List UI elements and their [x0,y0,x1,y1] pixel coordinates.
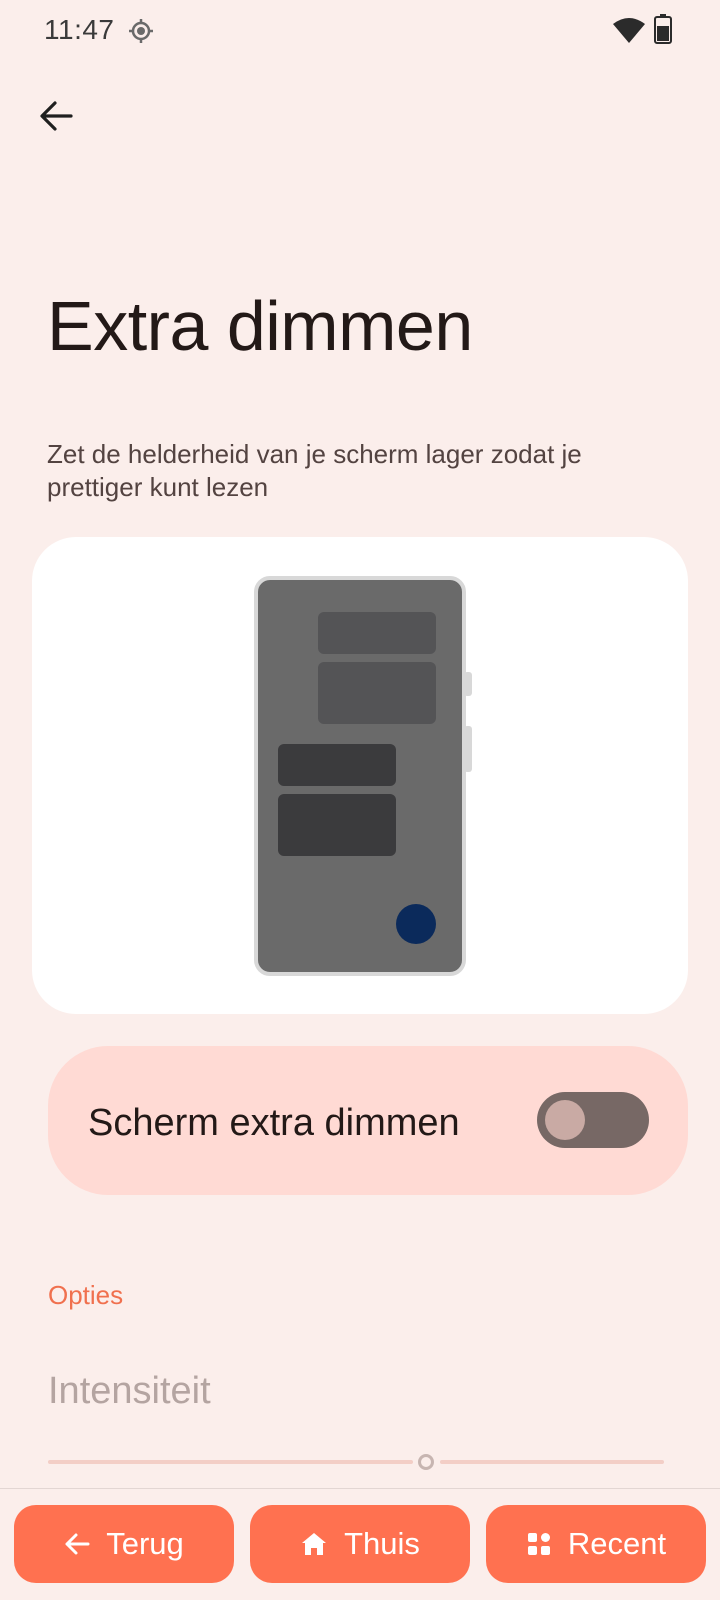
options-section-header: Opties [48,1280,124,1310]
arrow-left-icon [40,101,73,131]
wifi-icon [612,16,646,44]
slider-track-active [48,1460,413,1464]
nav-recent-label: Recent [567,1526,667,1561]
battery-icon [654,14,672,44]
phone-side-button [464,672,472,696]
extra-dim-toggle-label: Scherm extra dimmen [88,1102,460,1144]
illustration-block [318,662,436,724]
nav-back-label: Terug [106,1526,184,1561]
illustration-block [278,744,396,786]
intensity-slider[interactable] [48,1450,664,1474]
back-button[interactable] [28,88,84,144]
nav-recent-button[interactable]: Recent [486,1505,706,1583]
phone-illustration [254,576,466,976]
extra-dim-switch[interactable] [537,1092,649,1148]
nav-home-label: Thuis [344,1526,420,1561]
phone-side-button [464,726,472,772]
nav-home-button[interactable]: Thuis [250,1505,470,1583]
illustration-block [318,612,436,654]
slider-thumb[interactable] [418,1454,434,1470]
recent-apps-icon [527,1533,550,1555]
page-title: Extra dimmen [47,287,473,365]
illustration-fab [396,904,436,944]
status-time: 11:47 [44,14,115,45]
arrow-left-icon [65,1533,90,1555]
intensity-label: Intensiteit [48,1370,211,1412]
page-description: Zet de helderheid van je scherm lager zo… [47,439,582,502]
home-icon [302,1533,327,1555]
nav-back-button[interactable]: Terug [14,1505,234,1583]
illustration-block [278,794,396,856]
location-icon [128,18,154,44]
extra-dim-toggle-row[interactable]: Scherm extra dimmen [48,1046,688,1195]
status-bar: 11:47 [0,0,720,60]
switch-thumb [545,1100,585,1140]
bottom-nav: Terug Thuis Recent [0,1488,720,1600]
slider-track-inactive [440,1460,664,1464]
